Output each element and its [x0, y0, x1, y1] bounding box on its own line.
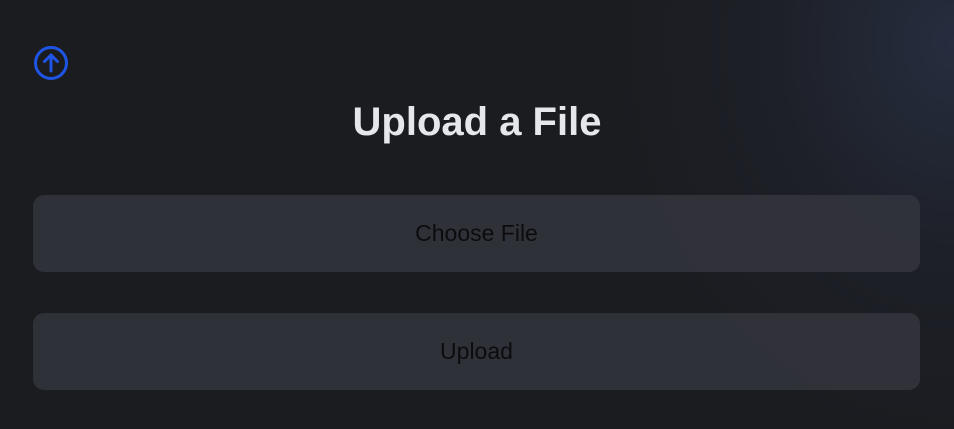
- upload-button[interactable]: Upload: [33, 313, 920, 390]
- page-title: Upload a File: [352, 100, 602, 144]
- upload-circle-icon: [33, 45, 69, 81]
- choose-file-button[interactable]: Choose File: [33, 195, 920, 272]
